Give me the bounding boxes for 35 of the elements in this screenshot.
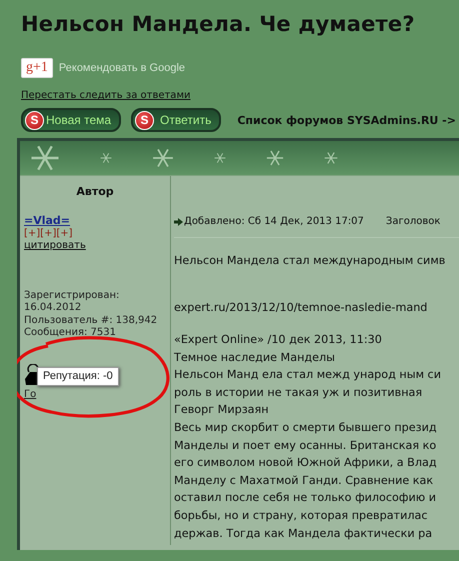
reply-button[interactable]: S Ответить — [131, 108, 222, 132]
author-detail: Зарегистрирован: — [24, 290, 120, 302]
post-text: борьбы, но и страну, которая превратилас — [174, 508, 428, 524]
author-detail: Сообщения: 7531 — [24, 327, 118, 340]
post-text: Нельсон Манд ела стал межд ународ ным си — [174, 367, 442, 384]
reputation-tooltip: Репутация: -0 — [37, 367, 119, 386]
column-header: Автор — [76, 185, 114, 198]
unwatch-link[interactable]: Перестать следить за ответами — [21, 90, 190, 101]
author-text[interactable]: Го — [24, 388, 170, 401]
new-topic-button[interactable]: S Новая тема — [21, 108, 122, 132]
post-text: оставил после себя не только философию и — [174, 490, 437, 506]
post-text: Манделу с Махатмой Ганди. Сравнение как — [174, 472, 434, 489]
logo-icon: S — [135, 110, 154, 130]
author-rank: [+][+][+] — [24, 228, 74, 240]
post-text: «Expert Online» /10 дек 2013, 11:30 — [174, 332, 383, 348]
subject-label: Заголовок — [386, 216, 440, 227]
post-text: Весь мир скорбит о смерти бывшего презид — [174, 420, 438, 436]
logo-icon: S — [25, 110, 44, 130]
author-detail: 16.04.2012 — [24, 302, 82, 314]
post-text: Нельсон Мандела стал международным симв — [174, 254, 446, 267]
post-text: его символом новой Южной Африки, а Влад — [174, 455, 438, 472]
author-name[interactable]: =Vlad= — [24, 215, 170, 228]
post-date: Добавлено: Сб 14 Дек, 2013 17:07 — [184, 216, 364, 227]
quote-link[interactable]: цитировать — [24, 240, 170, 252]
post-text: Темное наследие Манделы — [174, 350, 336, 366]
post-text: роль в истории не такая уж и позитивная — [174, 384, 424, 401]
author-detail: Пользователь #: 138,942 — [24, 314, 158, 327]
forum-breadcrumb[interactable]: Список форумов SYSAdmins.RU -> — [237, 114, 456, 126]
post-text: Манделы и поет ему осанны. Британская ко — [174, 438, 438, 454]
google-plus-button[interactable]: g+1 — [21, 58, 53, 78]
post-text: Геворг Мирзаян — [174, 402, 270, 418]
page-title: Нельсон Мандела. Че думаете? — [21, 12, 416, 36]
post-link[interactable]: expert.ru/2013/12/10/temnoe-nasledie-mand — [174, 301, 459, 314]
arrow-icon[interactable] — [174, 218, 183, 226]
post-text: держав. Тогда как Мандела фактически ра — [174, 526, 434, 542]
